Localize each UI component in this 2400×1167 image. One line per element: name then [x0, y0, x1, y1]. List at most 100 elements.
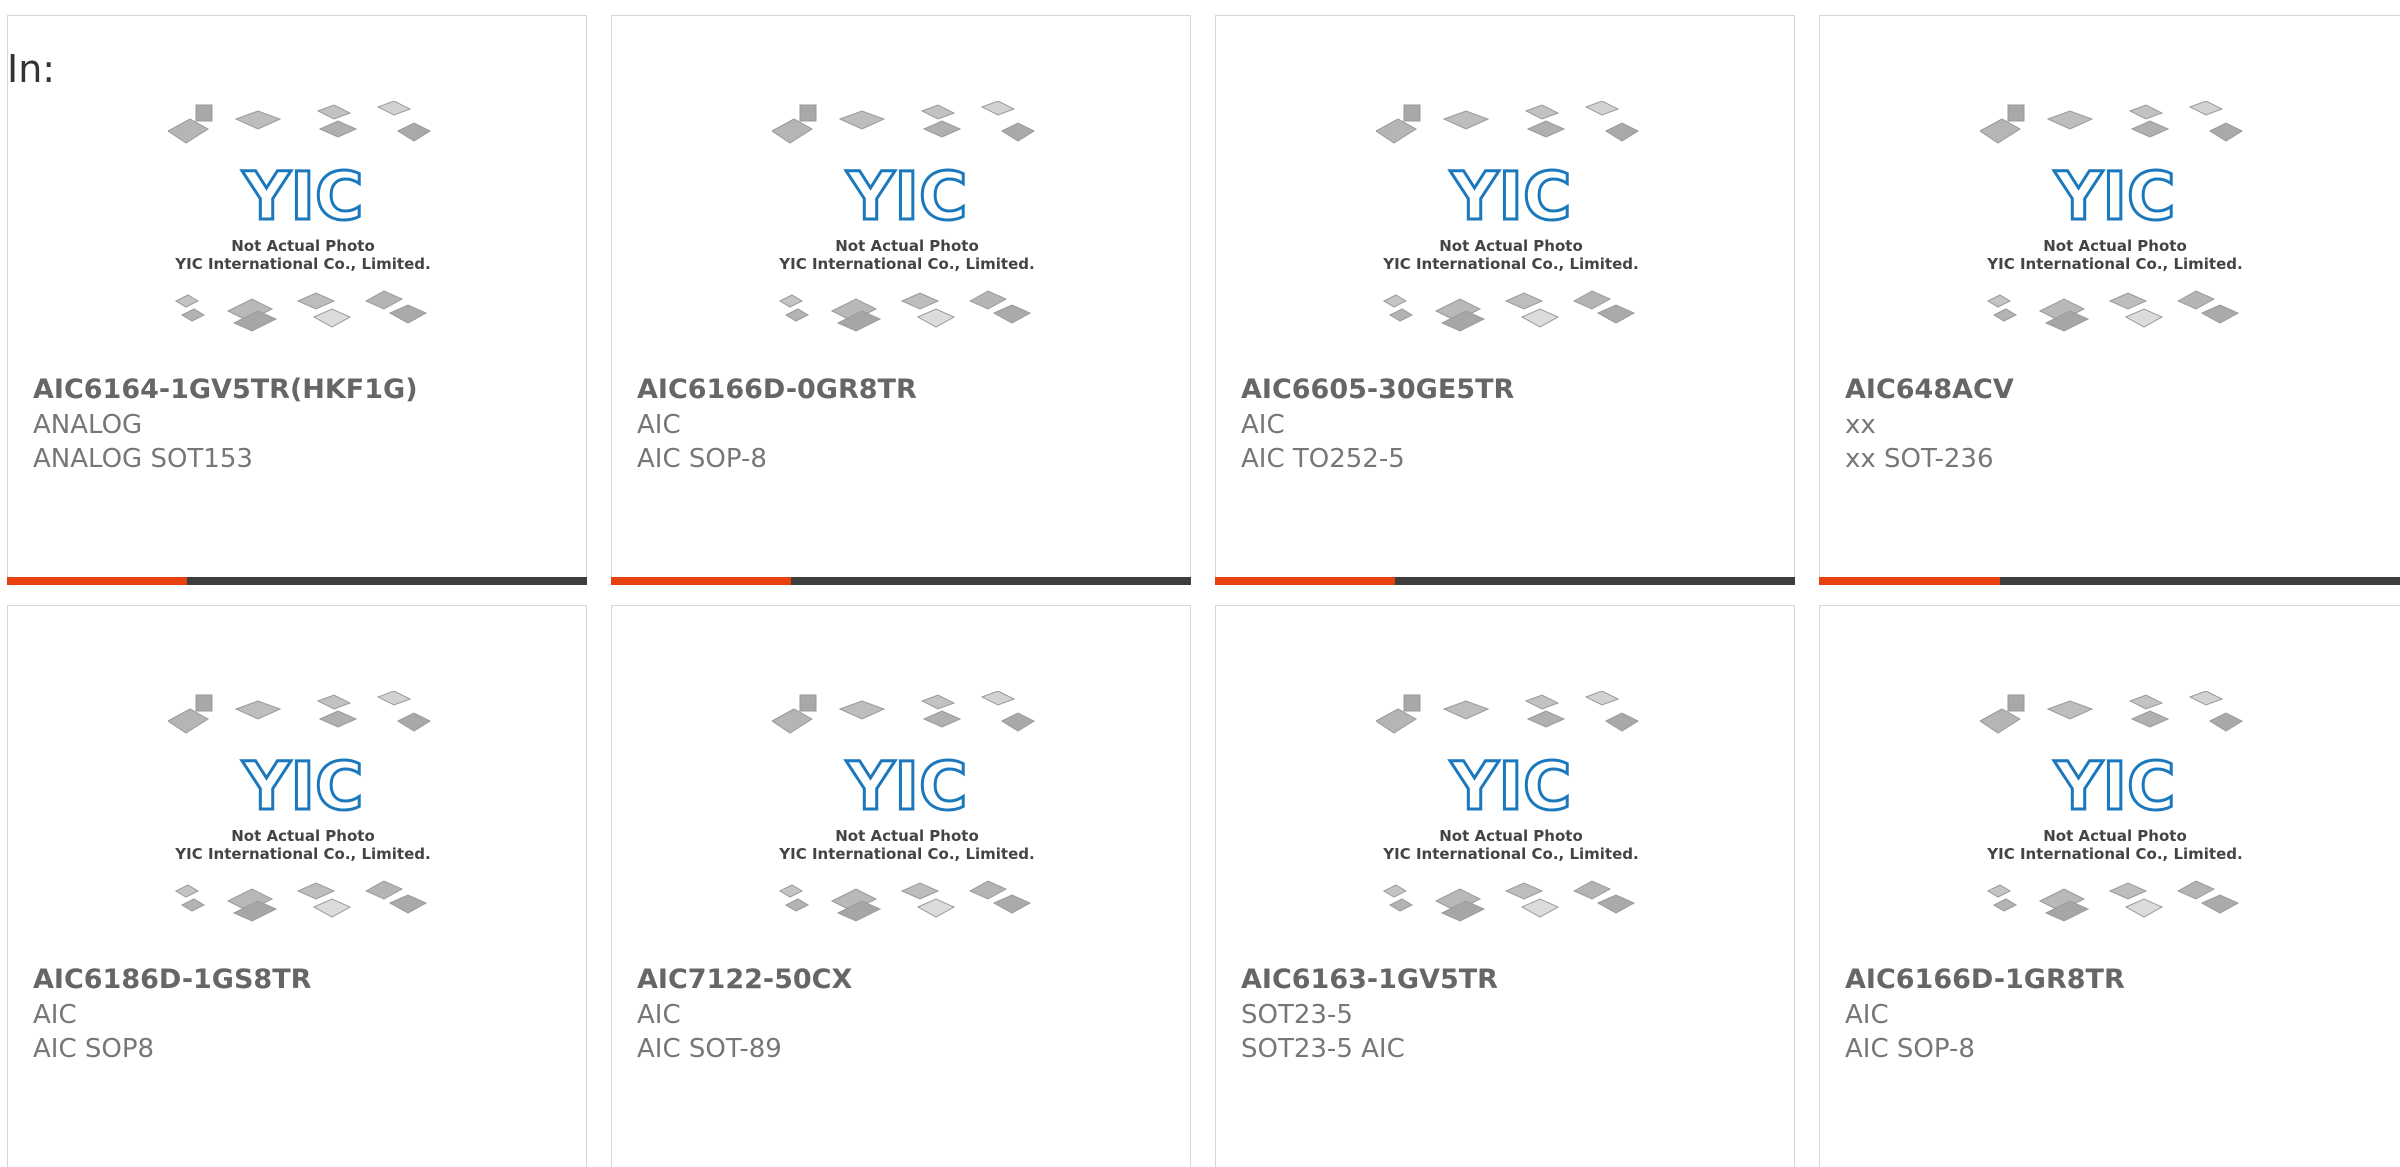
chip-graphic — [376, 691, 412, 706]
product-card[interactable]: YIC Not Actual Photo YIC International Co.… — [1819, 15, 2400, 585]
chip-graphic — [1596, 894, 1636, 914]
product-card[interactable]: YIC Not Actual Photo YIC International Co.… — [7, 605, 587, 1167]
chip-graphic — [388, 894, 428, 914]
product-card[interactable]: YIC Not Actual Photo YIC International Co.… — [1215, 605, 1795, 1167]
product-image[interactable]: YIC Not Actual Photo YIC International Co.… — [1376, 101, 1646, 366]
part-number[interactable]: AIC6164-1GV5TR(HKF1G) — [33, 373, 418, 407]
product-image[interactable]: YIC Not Actual Photo YIC International Co.… — [772, 101, 1042, 366]
chip-graphic — [2176, 880, 2216, 900]
chip-graphic — [778, 294, 804, 308]
product-card[interactable]: YIC Not Actual Photo YIC International Co.… — [611, 15, 1191, 585]
chip-graphic — [1524, 694, 1560, 710]
yic-logo: YIC — [2054, 748, 2176, 825]
chip-graphic — [2208, 122, 2244, 142]
yic-logo: YIC — [242, 748, 364, 825]
chip-graphic — [992, 304, 1032, 324]
chip-graphic — [174, 884, 200, 898]
image-caption-line2: YIC International Co., Limited. — [1382, 255, 1638, 273]
chip-graphic — [1520, 308, 1560, 328]
chip-graphic — [296, 882, 336, 900]
chip-graphic — [234, 110, 282, 130]
filter-label: In: — [7, 47, 56, 91]
chip-graphic — [772, 708, 813, 734]
part-number[interactable]: AIC6605-30GE5TR — [1241, 373, 1514, 407]
part-number[interactable]: AIC6163-1GV5TR — [1241, 963, 1498, 997]
yic-logo: YIC — [2054, 158, 2176, 235]
chip-graphic — [234, 700, 282, 720]
image-caption-line1: Not Actual Photo — [1439, 237, 1583, 255]
chip-graphic — [2128, 104, 2164, 120]
chip-graphic — [2188, 101, 2224, 116]
chip-graphic — [1584, 691, 1620, 706]
chip-graphic — [388, 304, 428, 324]
product-image[interactable]: YIC Not Actual Photo YIC International Co.… — [1980, 691, 2250, 956]
manufacturer: AIC — [637, 410, 681, 440]
chip-graphic — [174, 294, 200, 308]
image-caption-line2: YIC International Co., Limited. — [1382, 845, 1638, 863]
card-bottom-bar — [7, 577, 587, 585]
chip-graphic — [1992, 308, 2018, 322]
product-image[interactable]: YIC Not Actual Photo YIC International Co.… — [168, 101, 438, 366]
image-caption-line2: YIC International Co., Limited. — [174, 255, 430, 273]
chip-graphic — [922, 120, 962, 138]
product-image[interactable]: YIC Not Actual Photo YIC International Co.… — [1376, 691, 1646, 956]
chip-graphic — [968, 290, 1008, 310]
part-number[interactable]: AIC6166D-0GR8TR — [637, 373, 917, 407]
part-number[interactable]: AIC6186D-1GS8TR — [33, 963, 311, 997]
product-grid-page: In: YIC Not Actual Photo YIC International… — [0, 0, 2400, 1167]
chip-graphic — [1403, 104, 1421, 122]
chip-graphic — [2188, 691, 2224, 706]
chip-graphic — [799, 104, 817, 122]
image-caption-line1: Not Actual Photo — [835, 237, 979, 255]
chip-graphic — [916, 898, 956, 918]
placeholder-image-icon: YIC Not Actual PhotoYIC International Co.… — [168, 101, 432, 332]
card-bottom-bar — [611, 577, 1191, 585]
image-caption-line1: Not Actual Photo — [231, 237, 375, 255]
chip-graphic — [900, 292, 940, 310]
package-description: AIC SOP-8 — [637, 444, 767, 474]
chip-graphic — [1382, 294, 1408, 308]
part-number[interactable]: AIC648ACV — [1845, 373, 2014, 407]
part-number[interactable]: AIC6166D-1GR8TR — [1845, 963, 2125, 997]
chip-graphic — [2046, 700, 2094, 720]
product-card[interactable]: YIC Not Actual Photo YIC International Co.… — [7, 15, 587, 585]
chip-graphic — [2007, 694, 2025, 712]
package-description: SOT23-5 AIC — [1241, 1034, 1405, 1064]
yic-logo: YIC — [242, 158, 364, 235]
chip-graphic — [2200, 894, 2240, 914]
chip-graphic — [396, 712, 432, 732]
image-caption-line1: Not Actual Photo — [835, 827, 979, 845]
chip-graphic — [1388, 898, 1414, 912]
chip-graphic — [922, 710, 962, 728]
product-image[interactable]: YIC Not Actual Photo YIC International Co.… — [772, 691, 1042, 956]
chip-graphic — [1604, 122, 1640, 142]
image-caption-line2: YIC International Co., Limited. — [1986, 845, 2242, 863]
chip-graphic — [316, 694, 352, 710]
chip-graphic — [318, 710, 358, 728]
product-card[interactable]: YIC Not Actual Photo YIC International Co.… — [1819, 605, 2400, 1167]
chip-graphic — [784, 898, 810, 912]
card-accent-bar — [7, 577, 187, 585]
manufacturer: AIC — [1845, 1000, 1889, 1030]
chip-graphic — [1000, 712, 1036, 732]
manufacturer: AIC — [33, 1000, 77, 1030]
product-card[interactable]: YIC Not Actual Photo YIC International Co.… — [611, 605, 1191, 1167]
card-bottom-bar — [1215, 577, 1795, 585]
chip-graphic — [2128, 694, 2164, 710]
manufacturer: SOT23-5 — [1241, 1000, 1353, 1030]
chip-graphic — [916, 308, 956, 328]
chip-graphic — [195, 104, 213, 122]
placeholder-image-icon: YIC Not Actual PhotoYIC International Co.… — [1376, 691, 1640, 922]
package-description: AIC SOP8 — [33, 1034, 155, 1064]
product-card[interactable]: YIC Not Actual Photo YIC International Co.… — [1215, 15, 1795, 585]
chip-graphic — [1992, 898, 2018, 912]
chip-graphic — [1504, 882, 1544, 900]
card-accent-bar — [1819, 577, 2001, 585]
chip-graphic — [195, 694, 213, 712]
product-image[interactable]: YIC Not Actual Photo YIC International Co.… — [1980, 101, 2250, 366]
package-description: ANALOG SOT153 — [33, 444, 253, 474]
chip-graphic — [2130, 710, 2170, 728]
product-image[interactable]: YIC Not Actual Photo YIC International Co.… — [168, 691, 438, 956]
part-number[interactable]: AIC7122-50CX — [637, 963, 852, 997]
chip-graphic — [1520, 898, 1560, 918]
